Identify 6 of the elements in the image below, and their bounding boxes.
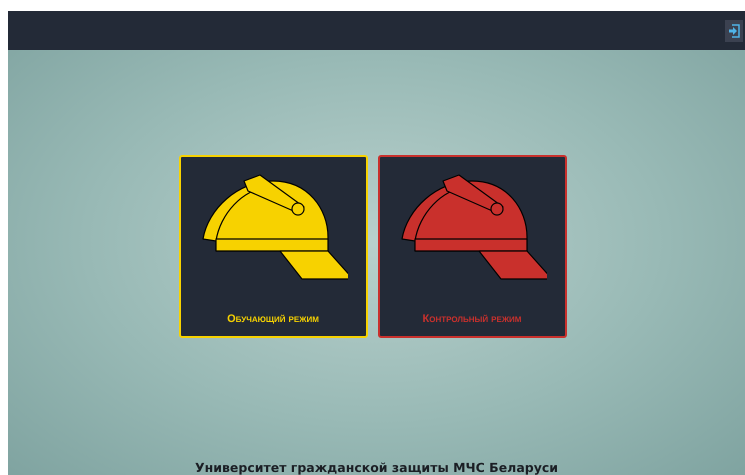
exit-button[interactable] <box>725 20 743 42</box>
mode-card[interactable]: Обучающий режим <box>178 155 368 338</box>
footer-text: Университет гражданской защиты МЧС Беларуси <box>194 460 558 475</box>
mode-label: Обучающий режим <box>227 313 319 325</box>
exit-icon <box>728 24 740 38</box>
mode-label: Контрольный режим <box>422 313 522 325</box>
